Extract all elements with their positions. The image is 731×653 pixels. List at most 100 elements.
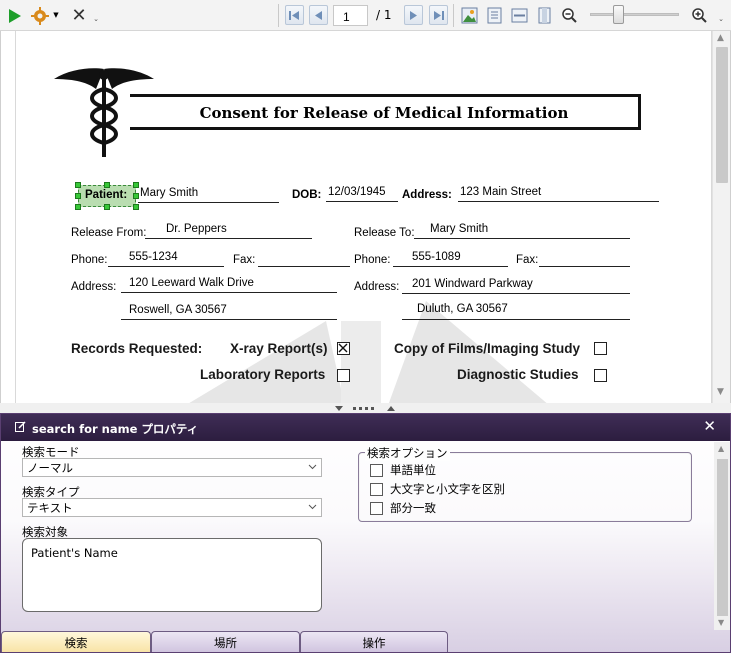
play-icon[interactable] xyxy=(6,6,24,25)
panel-scroll-thumb[interactable] xyxy=(717,459,728,616)
from-address-line2: Roswell, GA 30567 xyxy=(129,304,227,316)
fit-width-icon[interactable] xyxy=(510,6,529,25)
zoom-slider-track[interactable] xyxy=(590,13,679,16)
match-case-checkbox[interactable] xyxy=(370,482,383,496)
partial-match-label: 部分一致 xyxy=(390,501,436,515)
dob-value: 12/03/1945 xyxy=(328,186,386,198)
document-viewer[interactable]: Consent for Release of Medical Informati… xyxy=(0,31,731,403)
panel-title-bar: search for name プロパティ ✕ xyxy=(1,414,730,441)
page-total-label: / 1 xyxy=(376,8,392,22)
next-page-icon[interactable] xyxy=(404,5,423,25)
resize-handle[interactable] xyxy=(75,193,81,199)
release-to-label: Release To: xyxy=(354,227,415,239)
partial-match-checkbox[interactable] xyxy=(370,501,383,515)
address-to-label: Address: xyxy=(354,281,400,293)
lab-reports-label: Laboratory Reports xyxy=(200,367,326,382)
xray-label: X-ray Report(s) xyxy=(230,341,328,356)
panel-tabs: 検索 場所 操作 xyxy=(1,630,730,652)
xray-checkbox[interactable] xyxy=(337,342,350,355)
resize-handle[interactable] xyxy=(104,204,110,210)
partial-match-option[interactable]: 部分一致 xyxy=(370,500,436,516)
document-scrollbar[interactable]: ▲ ▼ xyxy=(712,31,730,403)
patient-label: Patient: xyxy=(85,189,128,201)
release-from-label: Release From: xyxy=(71,227,147,239)
whole-word-label: 単語単位 xyxy=(390,463,436,477)
fax-to-label: Fax: xyxy=(516,254,539,266)
fit-page-icon[interactable] xyxy=(485,6,504,25)
resize-handle[interactable] xyxy=(75,182,81,188)
page-number-input[interactable] xyxy=(333,5,368,26)
resize-handle[interactable] xyxy=(104,182,110,188)
match-case-option[interactable]: 大文字と小文字を区別 xyxy=(370,481,505,497)
patient-value: Mary Smith xyxy=(140,187,199,199)
address-value: 123 Main Street xyxy=(460,186,542,198)
tab-search[interactable]: 検索 xyxy=(1,631,151,652)
address-label: Address: xyxy=(402,189,452,201)
scroll-down-icon[interactable]: ▼ xyxy=(717,387,724,397)
overflow-icon[interactable]: ⌄ xyxy=(92,15,100,23)
last-page-icon[interactable] xyxy=(429,5,448,25)
zoom-in-icon[interactable] xyxy=(690,6,709,25)
release-from-value: Dr. Peppers xyxy=(166,223,227,235)
films-label: Copy of Films/Imaging Study xyxy=(394,341,581,356)
tab-location[interactable]: 場所 xyxy=(151,631,300,652)
dob-label: DOB: xyxy=(292,189,322,201)
first-page-icon[interactable] xyxy=(285,5,304,25)
resize-handle[interactable] xyxy=(133,182,139,188)
resize-handle[interactable] xyxy=(133,193,139,199)
address-from-label: Address: xyxy=(71,281,117,293)
tab-actions[interactable]: 操作 xyxy=(300,631,448,652)
document-title: Consent for Release of Medical Informati… xyxy=(199,104,569,122)
fax-from-label: Fax: xyxy=(233,254,256,266)
gear-icon[interactable] xyxy=(30,6,50,25)
image-icon[interactable] xyxy=(460,6,479,25)
to-address-line1: 201 Windward Parkway xyxy=(412,278,533,290)
single-page-icon[interactable] xyxy=(535,6,554,25)
document-page: Consent for Release of Medical Informati… xyxy=(15,31,712,403)
panel-scrollbar[interactable]: ▲ ▼ xyxy=(714,442,730,630)
to-address-line2: Duluth, GA 30567 xyxy=(417,303,508,315)
chevron-down-icon xyxy=(308,504,317,510)
phone-from-value: 555-1234 xyxy=(129,251,178,263)
document-title-box: Consent for Release of Medical Informati… xyxy=(130,94,641,130)
panel-title: search for name プロパティ xyxy=(32,422,199,436)
search-mode-select[interactable]: ノーマル xyxy=(22,458,322,477)
phone-to-value: 555-1089 xyxy=(412,251,461,263)
diagnostic-studies-label: Diagnostic Studies xyxy=(457,367,579,382)
resize-handle[interactable] xyxy=(75,204,81,210)
phone-from-label: Phone: xyxy=(71,254,108,266)
match-case-label: 大文字と小文字を区別 xyxy=(390,482,505,496)
chevron-down-icon xyxy=(308,464,317,470)
splitter-grip-icon[interactable] xyxy=(333,404,399,413)
toolbar-overflow-icon[interactable]: ⌄ xyxy=(717,15,725,23)
phone-to-label: Phone: xyxy=(354,254,391,266)
scroll-up-icon[interactable]: ▲ xyxy=(717,33,724,43)
document-scroll-thumb[interactable] xyxy=(716,47,728,183)
zoom-out-icon[interactable] xyxy=(560,6,579,25)
panel-close-icon[interactable]: ✕ xyxy=(703,417,716,435)
panel-scroll-down-icon[interactable]: ▼ xyxy=(718,618,724,627)
panel-scroll-up-icon[interactable]: ▲ xyxy=(718,444,724,453)
lab-reports-checkbox[interactable] xyxy=(337,369,350,382)
records-requested-label: Records Requested: xyxy=(71,341,203,356)
search-type-value: テキスト xyxy=(27,501,73,515)
search-options-label: 検索オプション xyxy=(365,445,450,461)
release-to-value: Mary Smith xyxy=(430,223,489,235)
prev-page-icon[interactable] xyxy=(309,5,328,25)
diagnostic-studies-checkbox[interactable] xyxy=(594,369,607,382)
zoom-slider-thumb[interactable] xyxy=(613,5,624,24)
whole-word-checkbox[interactable] xyxy=(370,463,383,477)
close-icon[interactable]: ✕ xyxy=(70,5,88,26)
films-checkbox[interactable] xyxy=(594,342,607,355)
resize-handle[interactable] xyxy=(133,204,139,210)
panel-splitter[interactable] xyxy=(0,403,731,413)
properties-panel: search for name プロパティ ✕ 検索モード ノーマル 検索タイプ… xyxy=(0,413,731,653)
gear-dropdown-icon[interactable]: ▼ xyxy=(52,11,60,19)
main-toolbar: ▼ ✕ ⌄ / 1 ⌄ xyxy=(0,0,731,31)
search-type-select[interactable]: テキスト xyxy=(22,498,322,517)
search-mode-value: ノーマル xyxy=(27,461,73,475)
from-address-line1: 120 Leeward Walk Drive xyxy=(129,277,254,289)
search-target-input[interactable]: Patient's Name xyxy=(22,538,322,612)
edit-icon xyxy=(15,421,26,432)
whole-word-option[interactable]: 単語単位 xyxy=(370,462,436,478)
